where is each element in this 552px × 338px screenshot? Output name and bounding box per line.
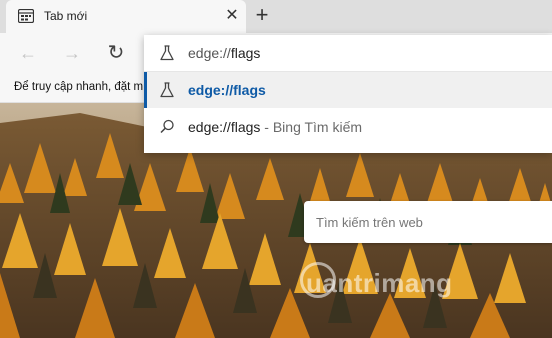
close-icon[interactable]: ✕ (222, 6, 242, 26)
forward-button[interactable]: → (60, 41, 84, 65)
tab-new[interactable]: Tab mới ✕ (6, 0, 246, 33)
flask-icon (160, 82, 174, 98)
tab-strip: Tab mới ✕ + (0, 0, 552, 33)
address-input-value: edge://flags (188, 45, 261, 61)
watermark-text: uantrimang (306, 268, 453, 298)
suggestion-label: edge://flags - Bing Tìm kiếm (188, 119, 363, 135)
new-tab-button[interactable]: + (250, 4, 274, 28)
search-icon (160, 119, 174, 134)
address-input[interactable]: edge://flags (144, 35, 552, 71)
web-search-placeholder: Tìm kiếm trên web (316, 215, 423, 230)
selection-indicator (144, 72, 147, 108)
web-search-input[interactable]: Tìm kiếm trên web (304, 201, 552, 243)
back-button[interactable]: ← (16, 41, 40, 65)
newtab-page-icon (18, 9, 34, 23)
tab-title: Tab mới (44, 9, 88, 23)
reload-button[interactable]: ↻ (104, 41, 128, 65)
suggestion-flags-page[interactable]: edge://flags (144, 72, 552, 108)
address-bar-dropdown: edge://flags edge://flags edge://flags -… (144, 35, 552, 153)
favorites-bar-hint: Để truy cập nhanh, đặt m (14, 81, 144, 93)
suggestion-bing-search[interactable]: edge://flags - Bing Tìm kiếm (144, 109, 552, 145)
flask-icon (160, 45, 174, 61)
suggestion-label: edge://flags (188, 82, 266, 98)
